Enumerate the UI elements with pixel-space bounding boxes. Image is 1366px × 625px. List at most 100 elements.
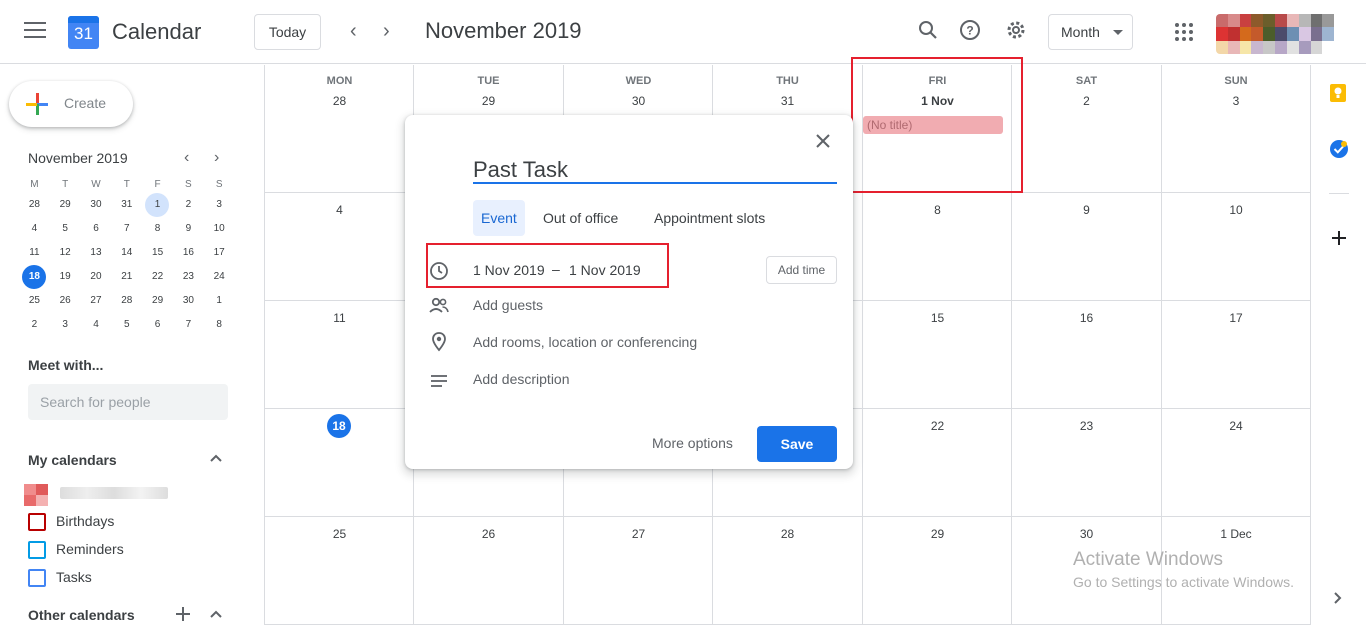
- main-menu-icon[interactable]: [24, 22, 46, 40]
- day-number[interactable]: 22: [863, 419, 1012, 433]
- mini-day[interactable]: 30: [173, 289, 204, 313]
- mini-day[interactable]: 30: [81, 193, 112, 217]
- checkbox-icon[interactable]: [28, 541, 46, 559]
- close-icon[interactable]: [813, 131, 833, 151]
- mini-day[interactable]: 27: [81, 289, 112, 313]
- checkbox-icon[interactable]: [28, 569, 46, 587]
- day-cell[interactable]: MON 28: [264, 65, 414, 193]
- mini-day[interactable]: 31: [111, 193, 142, 217]
- description-field[interactable]: Add description: [473, 371, 570, 387]
- mini-day[interactable]: 28: [111, 289, 142, 313]
- day-cell-today[interactable]: 18: [264, 409, 414, 517]
- get-add-ons-plus-icon[interactable]: [1332, 231, 1346, 245]
- create-button[interactable]: Create: [9, 81, 133, 127]
- expand-panel-chevron-icon[interactable]: [1334, 592, 1342, 604]
- next-period-button[interactable]: ›: [383, 20, 390, 43]
- tab-out-of-office[interactable]: Out of office: [543, 200, 618, 236]
- mini-day[interactable]: 13: [81, 241, 112, 265]
- day-cell[interactable]: 16: [1011, 301, 1161, 409]
- day-cell[interactable]: 15: [862, 301, 1012, 409]
- day-number[interactable]: 24: [1162, 419, 1310, 433]
- keep-bulb-icon[interactable]: [1329, 83, 1347, 103]
- day-number[interactable]: 23: [1012, 419, 1161, 433]
- day-cell[interactable]: 25: [264, 517, 414, 625]
- day-cell[interactable]: 29: [862, 517, 1012, 625]
- today-day-number[interactable]: 18: [327, 414, 351, 438]
- add-guests-field[interactable]: Add guests: [473, 297, 543, 313]
- mini-calendar-next-icon[interactable]: ›: [214, 149, 219, 167]
- day-cell[interactable]: 22: [862, 409, 1012, 517]
- mini-day[interactable]: 8: [142, 217, 173, 241]
- chevron-up-icon[interactable]: [210, 454, 222, 462]
- day-cell[interactable]: 30: [1011, 517, 1161, 625]
- account-avatar[interactable]: [1216, 14, 1346, 54]
- day-number[interactable]: 28: [713, 527, 862, 541]
- day-number[interactable]: 10: [1162, 203, 1310, 217]
- day-number[interactable]: 29: [414, 94, 563, 108]
- help-icon[interactable]: ?: [958, 18, 982, 42]
- mini-day[interactable]: 26: [50, 289, 81, 313]
- day-number[interactable]: 1 Dec: [1162, 527, 1310, 541]
- mini-day[interactable]: 4: [19, 217, 50, 241]
- settings-gear-icon[interactable]: [1004, 18, 1028, 42]
- mini-day[interactable]: 14: [111, 241, 142, 265]
- mini-day[interactable]: 5: [111, 313, 142, 337]
- previous-period-button[interactable]: ‹: [350, 20, 357, 43]
- my-calendars-heading[interactable]: My calendars: [28, 452, 117, 468]
- day-number[interactable]: 31: [713, 94, 862, 108]
- tab-appointment-slots[interactable]: Appointment slots: [654, 200, 765, 236]
- day-number[interactable]: 9: [1012, 203, 1161, 217]
- day-number[interactable]: 26: [414, 527, 563, 541]
- mini-day[interactable]: 6: [81, 217, 112, 241]
- day-cell[interactable]: SUN 3: [1161, 65, 1311, 193]
- tasks-check-icon[interactable]: [1329, 139, 1349, 159]
- mini-day[interactable]: 19: [50, 265, 81, 289]
- mini-day[interactable]: 12: [50, 241, 81, 265]
- mini-day[interactable]: 8: [204, 313, 235, 337]
- mini-calendar-prev-icon[interactable]: ‹: [184, 149, 189, 167]
- mini-day[interactable]: 29: [142, 289, 173, 313]
- mini-day[interactable]: 1: [204, 289, 235, 313]
- mini-day[interactable]: 10: [204, 217, 235, 241]
- day-number[interactable]: 16: [1012, 311, 1161, 325]
- day-number[interactable]: 28: [265, 94, 414, 108]
- mini-day[interactable]: 24: [204, 265, 235, 289]
- day-number[interactable]: 30: [1012, 527, 1161, 541]
- tab-event[interactable]: Event: [473, 200, 525, 236]
- day-number[interactable]: 17: [1162, 311, 1310, 325]
- day-number[interactable]: 27: [564, 527, 713, 541]
- mini-day[interactable]: 17: [204, 241, 235, 265]
- more-options-button[interactable]: More options: [652, 435, 733, 451]
- day-cell[interactable]: 24: [1161, 409, 1311, 517]
- mini-day[interactable]: 23: [173, 265, 204, 289]
- add-calendar-plus-icon[interactable]: [176, 607, 190, 621]
- mini-day[interactable]: 6: [142, 313, 173, 337]
- mini-day-selected[interactable]: 1: [142, 193, 173, 217]
- user-calendar-color-swatch[interactable]: [24, 484, 48, 506]
- day-number[interactable]: 30: [564, 94, 713, 108]
- day-cell[interactable]: 23: [1011, 409, 1161, 517]
- day-number[interactable]: 4: [265, 203, 414, 217]
- mini-day[interactable]: 3: [204, 193, 235, 217]
- other-calendars-heading[interactable]: Other calendars: [28, 607, 135, 623]
- today-button[interactable]: Today: [254, 14, 321, 50]
- day-cell[interactable]: 28: [712, 517, 862, 625]
- day-cell[interactable]: 9: [1011, 193, 1161, 301]
- search-people-input[interactable]: [28, 384, 228, 420]
- day-number[interactable]: 3: [1162, 94, 1310, 108]
- day-number[interactable]: 25: [265, 527, 414, 541]
- mini-day[interactable]: 21: [111, 265, 142, 289]
- add-time-button[interactable]: Add time: [766, 256, 837, 284]
- mini-day[interactable]: 22: [142, 265, 173, 289]
- mini-day[interactable]: 16: [173, 241, 204, 265]
- day-cell[interactable]: 1 Dec: [1161, 517, 1311, 625]
- mini-day[interactable]: 25: [19, 289, 50, 313]
- day-number[interactable]: 11: [265, 311, 414, 325]
- event-title-input[interactable]: Past Task: [473, 157, 568, 183]
- day-cell[interactable]: 4: [264, 193, 414, 301]
- day-cell[interactable]: 26: [413, 517, 563, 625]
- google-apps-icon[interactable]: [1175, 23, 1193, 41]
- chevron-up-icon[interactable]: [210, 610, 222, 618]
- mini-day[interactable]: 2: [173, 193, 204, 217]
- mini-day[interactable]: 20: [81, 265, 112, 289]
